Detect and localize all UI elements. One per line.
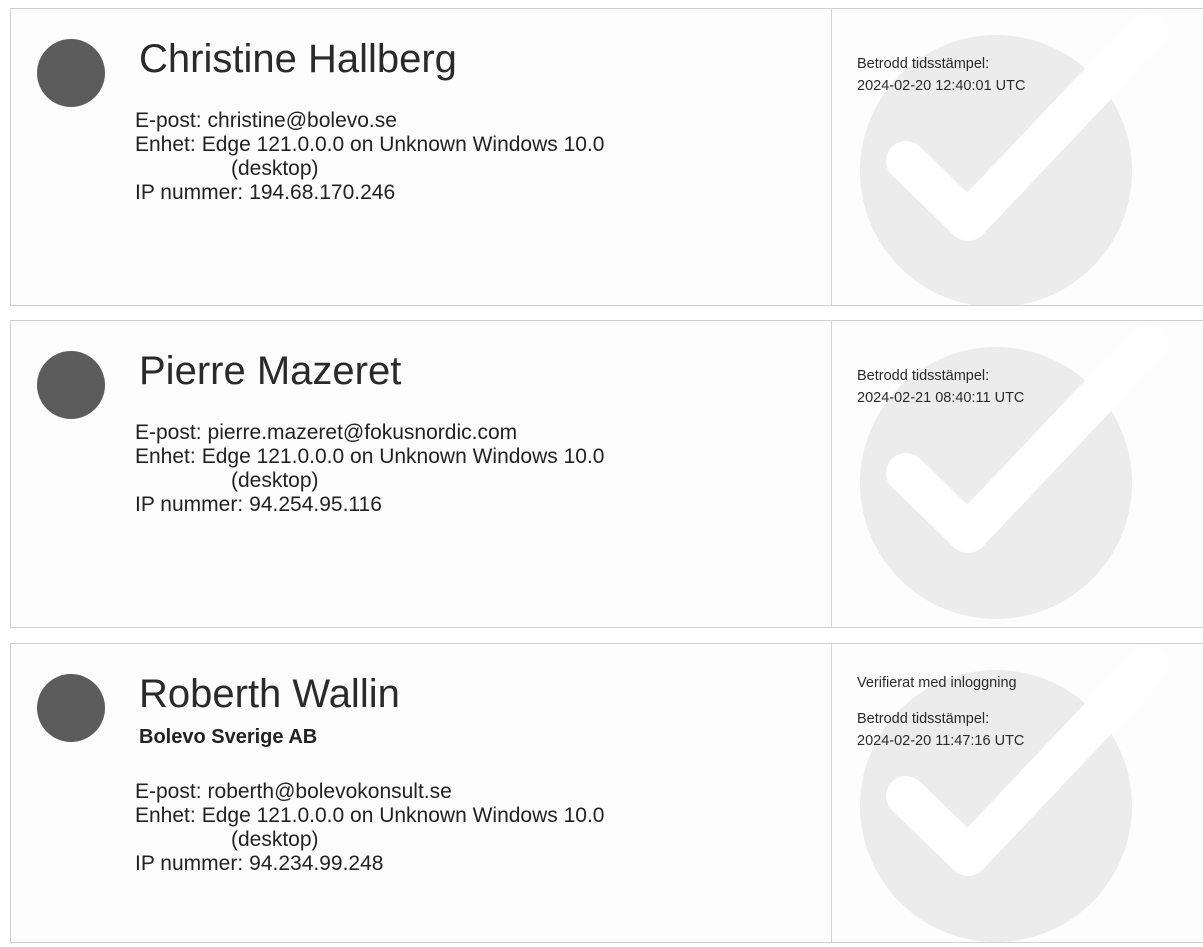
ip-row: IP nummer: 94.254.95.116 (135, 493, 604, 517)
signer-card: Roberth Wallin Bolevo Sverige AB E-post:… (10, 643, 1203, 943)
ip-row: IP nummer: 94.234.99.248 (135, 852, 604, 876)
signer-company: Bolevo Sverige AB (139, 726, 318, 748)
device-value: Edge 121.0.0.0 on Unknown Windows 10.0 (201, 804, 605, 827)
verified-text: Verifierat med inloggning (857, 675, 1017, 691)
signer-details: E-post: pierre.mazeret@fokusnordic.com En… (135, 421, 604, 517)
signer-details: E-post: christine@bolevo.se Enhet: Edge 12… (135, 109, 604, 205)
device-value: Edge 121.0.0.0 on Unknown Windows 10.0 (201, 133, 605, 156)
timestamp-label: Betrodd tidsstämpel: (857, 56, 990, 72)
timestamp-value: 2024-02-20 11:47:16 UTC (857, 733, 1025, 749)
email-label: E-post: (135, 109, 202, 132)
ip-value: 94.254.95.116 (249, 493, 382, 516)
email-value: roberth@bolevokonsult.se (207, 780, 452, 803)
email-value: pierre.mazeret@fokusnordic.com (207, 421, 518, 444)
email-row: E-post: roberth@bolevokonsult.se (135, 780, 604, 804)
device-type: (desktop) (231, 828, 319, 851)
timestamp-value: 2024-02-21 08:40:11 UTC (857, 390, 1025, 406)
timestamp-value: 2024-02-20 12:40:01 UTC (857, 78, 1026, 94)
avatar (37, 351, 105, 419)
timestamp-block: Betrodd tidsstämpel: 2024-02-20 12:40:01… (857, 53, 1025, 97)
signer-card: Christine Hallberg E-post: christine@bole… (10, 8, 1203, 306)
signer-name: Roberth Wallin (139, 672, 400, 716)
device-label: Enhet: (135, 133, 196, 156)
avatar (37, 674, 105, 742)
device-value: Edge 121.0.0.0 on Unknown Windows 10.0 (201, 445, 605, 468)
signer-details: E-post: roberth@bolevokonsult.se Enhet: Ed… (135, 780, 604, 876)
timestamp-label: Betrodd tidsstämpel: (857, 368, 990, 384)
ip-row: IP nummer: 194.68.170.246 (135, 181, 604, 205)
device-row: Enhet: Edge 121.0.0.0 on Unknown Windows … (135, 445, 604, 469)
avatar (37, 39, 105, 107)
timestamp-block: Verifierat med inloggning Betrodd tidsst… (857, 672, 1024, 752)
email-value: christine@bolevo.se (207, 109, 397, 132)
signer-card: Pierre Mazeret E-post: pierre.mazeret@fok… (10, 320, 1203, 628)
timestamp-panel: Betrodd tidsstämpel: 2024-02-21 08:40:11… (831, 321, 1203, 627)
timestamp-label: Betrodd tidsstämpel: (857, 711, 990, 727)
timestamp-panel: Betrodd tidsstämpel: 2024-02-20 12:40:01… (831, 9, 1203, 305)
ip-label: IP nummer: (135, 493, 244, 516)
device-row: Enhet: Edge 121.0.0.0 on Unknown Windows … (135, 804, 604, 828)
signer-name: Christine Hallberg (139, 37, 457, 81)
email-label: E-post: (135, 421, 202, 444)
email-label: E-post: (135, 780, 202, 803)
device-row: Enhet: Edge 121.0.0.0 on Unknown Windows … (135, 133, 604, 157)
timestamp-block: Betrodd tidsstämpel: 2024-02-21 08:40:11… (857, 365, 1024, 409)
ip-value: 94.234.99.248 (249, 852, 384, 875)
signer-name: Pierre Mazeret (139, 349, 402, 393)
device-type: (desktop) (231, 469, 319, 492)
email-row: E-post: christine@bolevo.se (135, 109, 604, 133)
ip-label: IP nummer: (135, 852, 244, 875)
device-type: (desktop) (231, 157, 319, 180)
email-row: E-post: pierre.mazeret@fokusnordic.com (135, 421, 604, 445)
device-label: Enhet: (135, 445, 196, 468)
ip-label: IP nummer: (135, 181, 244, 204)
device-label: Enhet: (135, 804, 196, 827)
ip-value: 194.68.170.246 (249, 181, 396, 204)
timestamp-panel: Verifierat med inloggning Betrodd tidsst… (831, 644, 1203, 942)
